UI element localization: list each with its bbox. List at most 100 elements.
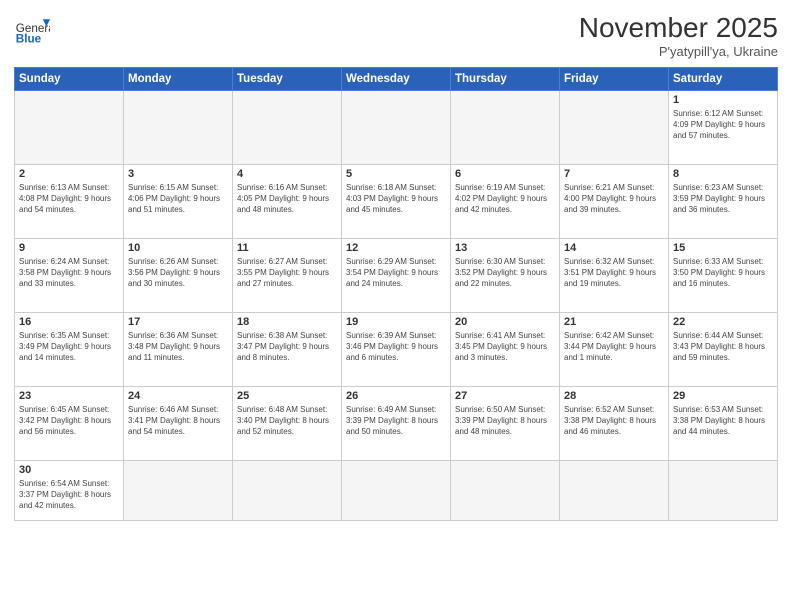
day-number: 15: [673, 242, 773, 254]
table-row: 14Sunrise: 6:32 AM Sunset: 3:51 PM Dayli…: [560, 239, 669, 313]
header: General Blue November 2025 P'yatypill'ya…: [14, 12, 778, 59]
day-info: Sunrise: 6:42 AM Sunset: 3:44 PM Dayligh…: [564, 330, 664, 364]
table-row: 3 Sunrise: 6:15 AM Sunset: 4:06 PM Daylig…: [124, 165, 233, 239]
day-number: 16: [19, 316, 119, 328]
table-row: [124, 461, 233, 521]
day-number: 10: [128, 242, 228, 254]
day-info: Sunrise: 6:13 AM Sunset: 4:08 PM Dayligh…: [19, 182, 119, 216]
title-block: November 2025 P'yatypill'ya, Ukraine: [579, 12, 778, 59]
table-row: 16 Sunrise: 6:35 AM Sunset: 3:49 PM Dayli…: [15, 313, 124, 387]
table-row: 28Sunrise: 6:52 AM Sunset: 3:38 PM Dayli…: [560, 387, 669, 461]
table-row: 9 Sunrise: 6:24 AM Sunset: 3:58 PM Daylig…: [15, 239, 124, 313]
day-info: Sunrise: 6:19 AM Sunset: 4:02 PM Dayligh…: [455, 182, 555, 216]
day-info: Sunrise: 6:26 AM Sunset: 3:56 PM Dayligh…: [128, 256, 228, 290]
day-info: Sunrise: 6:41 AM Sunset: 3:45 PM Dayligh…: [455, 330, 555, 364]
table-row: 5Sunrise: 6:18 AM Sunset: 4:03 PM Daylig…: [342, 165, 451, 239]
table-row: [15, 91, 124, 165]
table-row: 26 Sunrise: 6:49 AM Sunset: 3:39 PM Dayli…: [342, 387, 451, 461]
logo: General Blue: [14, 12, 50, 48]
day-info: Sunrise: 6:44 AM Sunset: 3:43 PM Dayligh…: [673, 330, 773, 364]
table-row: 17Sunrise: 6:36 AM Sunset: 3:48 PM Dayli…: [124, 313, 233, 387]
day-number: 23: [19, 390, 119, 402]
calendar-table: Sunday Monday Tuesday Wednesday Thursday…: [14, 67, 778, 521]
table-row: [451, 461, 560, 521]
day-info: Sunrise: 6:35 AM Sunset: 3:49 PM Dayligh…: [19, 330, 119, 364]
day-info: Sunrise: 6:48 AM Sunset: 3:40 PM Dayligh…: [237, 404, 337, 438]
day-info: Sunrise: 6:45 AM Sunset: 3:42 PM Dayligh…: [19, 404, 119, 438]
month-title: November 2025: [579, 12, 778, 44]
day-info: Sunrise: 6:46 AM Sunset: 3:41 PM Dayligh…: [128, 404, 228, 438]
day-info: Sunrise: 6:50 AM Sunset: 3:39 PM Dayligh…: [455, 404, 555, 438]
day-number: 7: [564, 168, 664, 180]
table-row: [124, 91, 233, 165]
day-number: 1: [673, 94, 773, 106]
table-row: 12 Sunrise: 6:29 AM Sunset: 3:54 PM Dayli…: [342, 239, 451, 313]
day-number: 9: [19, 242, 119, 254]
day-number: 6: [455, 168, 555, 180]
day-number: 5: [346, 168, 446, 180]
table-row: [560, 91, 669, 165]
table-row: 2 Sunrise: 6:13 AM Sunset: 4:08 PM Daylig…: [15, 165, 124, 239]
day-number: 21: [564, 316, 664, 328]
table-row: 20Sunrise: 6:41 AM Sunset: 3:45 PM Dayli…: [451, 313, 560, 387]
day-number: 27: [455, 390, 555, 402]
page: General Blue November 2025 P'yatypill'ya…: [0, 0, 792, 612]
day-info: Sunrise: 6:16 AM Sunset: 4:05 PM Dayligh…: [237, 182, 337, 216]
day-number: 29: [673, 390, 773, 402]
day-info: Sunrise: 6:30 AM Sunset: 3:52 PM Dayligh…: [455, 256, 555, 290]
table-row: [342, 91, 451, 165]
day-info: Sunrise: 6:33 AM Sunset: 3:50 PM Dayligh…: [673, 256, 773, 290]
day-number: 12: [346, 242, 446, 254]
day-number: 4: [237, 168, 337, 180]
day-number: 26: [346, 390, 446, 402]
day-number: 3: [128, 168, 228, 180]
day-number: 17: [128, 316, 228, 328]
col-sunday: Sunday: [15, 68, 124, 91]
table-row: 24 Sunrise: 6:46 AM Sunset: 3:41 PM Dayli…: [124, 387, 233, 461]
table-row: 19Sunrise: 6:39 AM Sunset: 3:46 PM Dayli…: [342, 313, 451, 387]
table-row: [233, 91, 342, 165]
day-number: 13: [455, 242, 555, 254]
day-info: Sunrise: 6:24 AM Sunset: 3:58 PM Dayligh…: [19, 256, 119, 290]
calendar-header-row: Sunday Monday Tuesday Wednesday Thursday…: [15, 68, 778, 91]
table-row: [560, 461, 669, 521]
table-row: 25 Sunrise: 6:48 AM Sunset: 3:40 PM Dayli…: [233, 387, 342, 461]
table-row: 21 Sunrise: 6:42 AM Sunset: 3:44 PM Dayli…: [560, 313, 669, 387]
col-friday: Friday: [560, 68, 669, 91]
table-row: 30Sunrise: 6:54 AM Sunset: 3:37 PM Dayli…: [15, 461, 124, 521]
table-row: 15 Sunrise: 6:33 AM Sunset: 3:50 PM Dayli…: [669, 239, 778, 313]
day-number: 28: [564, 390, 664, 402]
col-tuesday: Tuesday: [233, 68, 342, 91]
day-info: Sunrise: 6:23 AM Sunset: 3:59 PM Dayligh…: [673, 182, 773, 216]
day-info: Sunrise: 6:27 AM Sunset: 3:55 PM Dayligh…: [237, 256, 337, 290]
day-info: Sunrise: 6:32 AM Sunset: 3:51 PM Dayligh…: [564, 256, 664, 290]
col-thursday: Thursday: [451, 68, 560, 91]
table-row: [451, 91, 560, 165]
location-subtitle: P'yatypill'ya, Ukraine: [579, 44, 778, 59]
day-info: Sunrise: 6:15 AM Sunset: 4:06 PM Dayligh…: [128, 182, 228, 216]
day-info: Sunrise: 6:12 AM Sunset: 4:09 PM Dayligh…: [673, 108, 773, 142]
day-info: Sunrise: 6:53 AM Sunset: 3:38 PM Dayligh…: [673, 404, 773, 438]
table-row: 23 Sunrise: 6:45 AM Sunset: 3:42 PM Dayli…: [15, 387, 124, 461]
col-saturday: Saturday: [669, 68, 778, 91]
table-row: 8 Sunrise: 6:23 AM Sunset: 3:59 PM Daylig…: [669, 165, 778, 239]
table-row: [342, 461, 451, 521]
generalblue-logo-icon: General Blue: [14, 12, 50, 48]
day-number: 8: [673, 168, 773, 180]
day-number: 24: [128, 390, 228, 402]
day-info: Sunrise: 6:54 AM Sunset: 3:37 PM Dayligh…: [19, 478, 119, 512]
table-row: 7Sunrise: 6:21 AM Sunset: 4:00 PM Daylig…: [560, 165, 669, 239]
table-row: [233, 461, 342, 521]
day-info: Sunrise: 6:38 AM Sunset: 3:47 PM Dayligh…: [237, 330, 337, 364]
col-wednesday: Wednesday: [342, 68, 451, 91]
day-number: 11: [237, 242, 337, 254]
day-info: Sunrise: 6:29 AM Sunset: 3:54 PM Dayligh…: [346, 256, 446, 290]
table-row: 4 Sunrise: 6:16 AM Sunset: 4:05 PM Daylig…: [233, 165, 342, 239]
day-number: 25: [237, 390, 337, 402]
day-number: 18: [237, 316, 337, 328]
day-number: 2: [19, 168, 119, 180]
table-row: 6 Sunrise: 6:19 AM Sunset: 4:02 PM Daylig…: [451, 165, 560, 239]
day-info: Sunrise: 6:49 AM Sunset: 3:39 PM Dayligh…: [346, 404, 446, 438]
table-row: 29 Sunrise: 6:53 AM Sunset: 3:38 PM Dayli…: [669, 387, 778, 461]
table-row: 13 Sunrise: 6:30 AM Sunset: 3:52 PM Dayli…: [451, 239, 560, 313]
